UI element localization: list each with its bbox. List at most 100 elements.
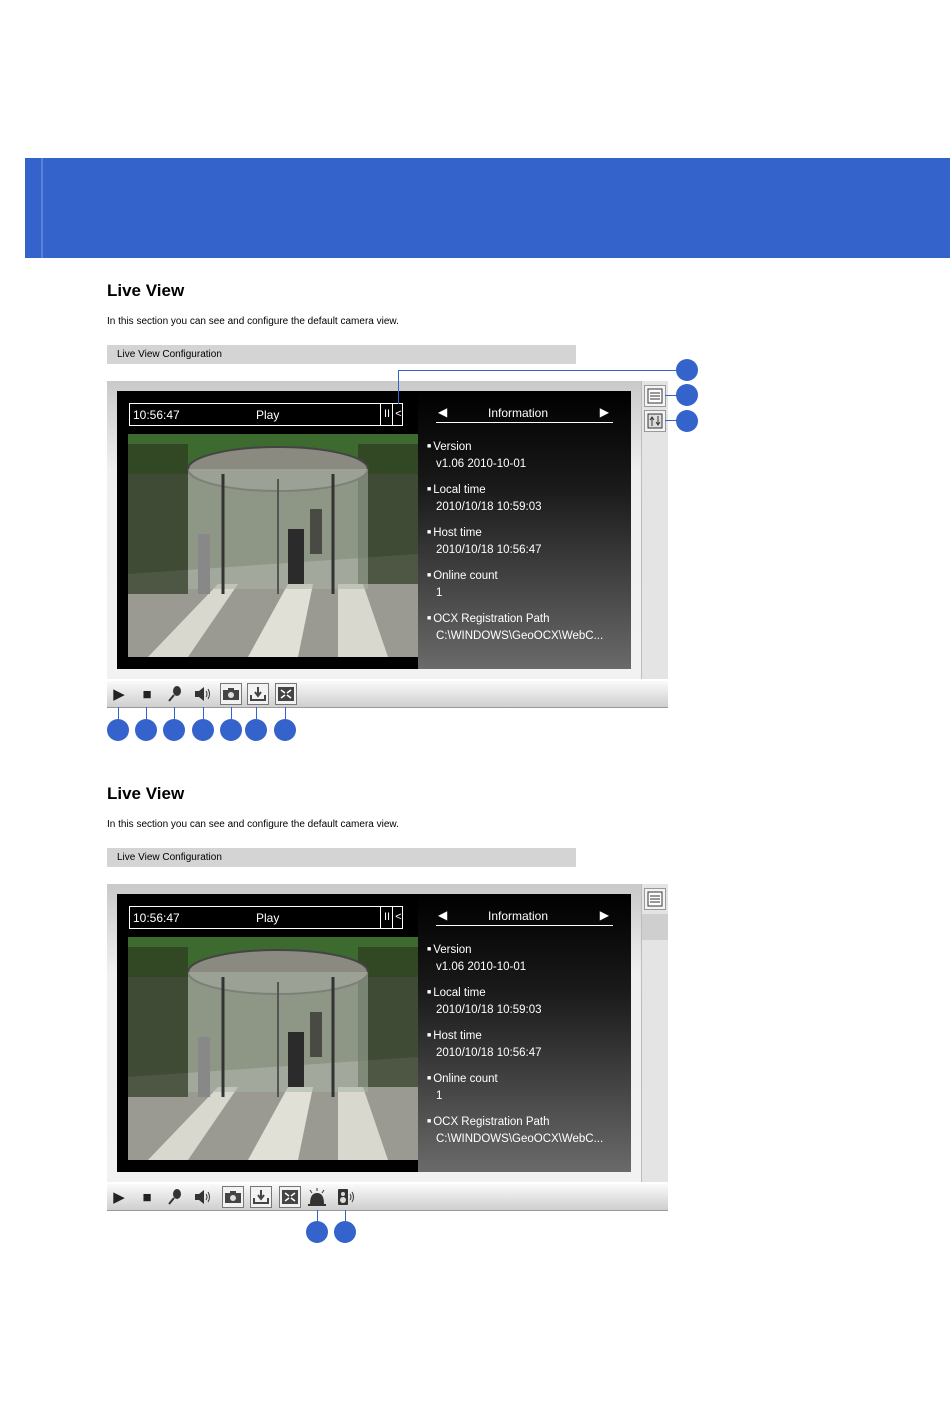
info-panel-icon[interactable] [644,888,666,910]
stop-icon[interactable]: ■ [136,1186,158,1208]
section-title: Live View [107,281,185,300]
prev-page-icon[interactable]: ◀ [438,405,447,419]
info-value: v1.06 2010-10-01 [436,961,527,973]
callout-marker [274,719,296,741]
callout-marker [107,719,129,741]
info-item: Online count 1 [427,1070,498,1105]
next-page-icon[interactable]: ▶ [600,908,609,922]
info-item: Local time 2010/10/18 10:59:03 [427,984,542,1019]
snapshot-icon[interactable] [222,1186,244,1208]
callout-marker [192,719,214,741]
callout-marker [306,1221,328,1243]
callout-line [256,707,257,719]
section-description: In this section you can see and configur… [107,819,399,830]
callout-line [203,707,204,719]
callout-marker [135,719,157,741]
audio-output-icon[interactable] [335,1186,357,1208]
information-panel: ◀ Information ▶ Versionv1.06 2010-10-01 … [418,894,631,1172]
info-item: OCX Registration Path C:\WINDOWS\GeoOCX\W… [427,610,603,645]
config-bar[interactable]: Live View Configuration [107,345,576,364]
info-header: ◀ Information ▶ [436,404,613,423]
revolving-door-scene [128,937,418,1160]
camera-video [128,434,418,657]
info-value: 2010/10/18 10:59:03 [436,501,542,513]
info-label: Local time [427,481,542,499]
info-header-label: Information [488,406,549,420]
info-item: Version v1.06 2010-10-01 [427,941,526,976]
microphone-icon[interactable] [164,1186,186,1208]
info-item: Host time 2010/10/18 10:56:47 [427,524,542,559]
information-panel: ◀ Information ▶ Versionv1.06 2010-10-01 … [418,391,631,669]
play-icon[interactable]: ▶ [108,683,130,705]
info-label: OCX Registration Path [427,610,603,628]
viewer: 10:56:47 Play II < ◀ Information ▶ ■ Ver… [117,894,631,1172]
osd-time: 10:56:47 [133,408,180,422]
callout-line [118,707,119,719]
fullscreen-icon[interactable] [279,1186,301,1208]
osd-bar: 10:56:47 Play II < [129,403,403,426]
callout-line [146,707,147,719]
config-bar[interactable]: Live View Configuration [107,848,576,867]
play-icon[interactable]: ▶ [108,1186,130,1208]
callout-marker [220,719,242,741]
info-item: Local time 2010/10/18 10:59:03 [427,481,542,516]
banner-strip [41,158,43,258]
info-value: v1.06 2010-10-01 [436,458,527,470]
info-label: Local time [427,984,542,1002]
callout-line [398,370,399,404]
info-label: Version [427,438,526,456]
info-label: Host time [427,524,542,542]
info-value: 2010/10/18 10:56:47 [436,544,542,556]
info-item: Version v1.06 2010-10-01 [427,438,526,473]
stop-icon[interactable]: ■ [136,683,158,705]
info-label: Host time [427,1027,542,1045]
revolving-door-scene [128,434,418,657]
info-value: 1 [436,1090,443,1102]
next-page-icon[interactable]: ▶ [600,405,609,419]
config-bar-label: Live View Configuration [117,852,222,863]
live-view-frame: 10:56:47 Play II < ◀ Information ▶ ■ Ver… [107,884,668,1182]
info-label: OCX Registration Path [427,1113,603,1131]
callout-marker [334,1221,356,1243]
info-header: ◀ Information ▶ [436,907,613,926]
callout-marker [676,359,698,381]
info-item: OCX Registration Path C:\WINDOWS\GeoOCX\W… [427,1113,603,1148]
callout-line [398,370,676,371]
callout-line [174,707,175,719]
info-label: Online count [427,1070,498,1088]
section-description: In this section you can see and configur… [107,316,399,327]
speaker-icon[interactable] [192,1186,214,1208]
info-item: Online count 1 [427,567,498,602]
fullscreen-icon[interactable] [275,683,297,705]
collapse-panel-button[interactable]: < [392,907,404,928]
osd-bar: 10:56:47 Play II < [129,906,403,929]
side-panel [641,381,668,679]
info-value: C:\WINDOWS\GeoOCX\WebC... [436,630,604,642]
snapshot-icon[interactable] [220,683,242,705]
alarm-icon[interactable] [306,1186,328,1208]
player-toolbar: ▶ ■ [107,1184,668,1211]
prev-page-icon[interactable]: ◀ [438,908,447,922]
callout-line [317,1210,318,1221]
collapse-panel-button[interactable]: < [392,404,404,425]
callout-marker [245,719,267,741]
microphone-icon[interactable] [164,683,186,705]
info-value: 2010/10/18 10:59:03 [436,1004,542,1016]
ptz-panel-icon[interactable] [644,410,666,432]
speaker-icon[interactable] [192,683,214,705]
record-icon[interactable] [247,683,269,705]
header-banner [25,158,950,258]
callout-marker [676,410,698,432]
info-label: Version [427,941,526,959]
record-icon[interactable] [250,1186,272,1208]
side-panel [641,884,668,1182]
callout-marker [676,384,698,406]
player-toolbar: ▶ ■ [107,681,668,708]
info-item: Host time 2010/10/18 10:56:47 [427,1027,542,1062]
camera-video [128,937,418,1160]
info-panel-icon[interactable] [644,385,666,407]
info-value: 1 [436,587,443,599]
callout-line [345,1210,346,1221]
callout-line [285,707,286,719]
osd-state: Play [256,911,280,925]
